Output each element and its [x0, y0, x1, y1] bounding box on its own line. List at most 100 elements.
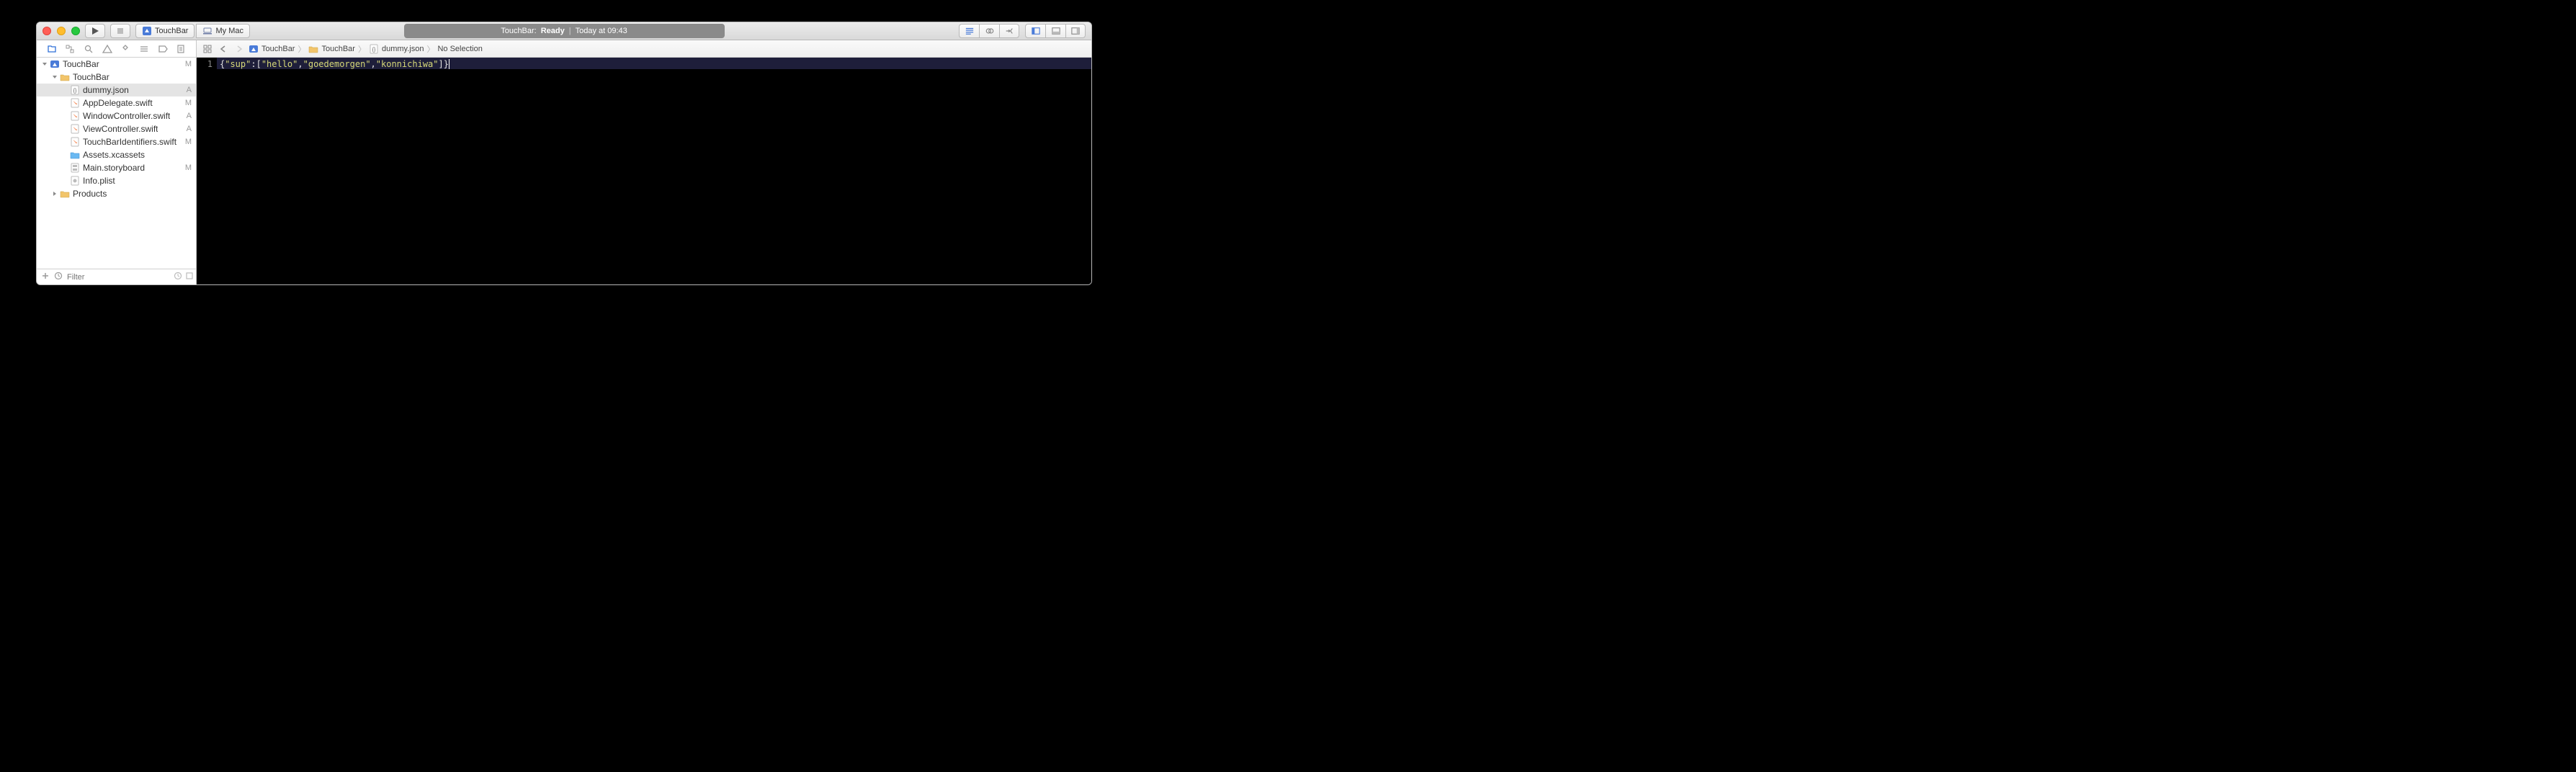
assistant-editor-button[interactable]: [979, 24, 999, 38]
file-icon: [70, 111, 80, 121]
navigator-tab-bar: [37, 40, 196, 58]
file-icon: [70, 124, 80, 134]
chevron-down-icon[interactable]: [41, 60, 48, 68]
file-icon: {}: [70, 85, 80, 95]
chevron-down-icon[interactable]: [51, 73, 58, 81]
tree-row[interactable]: Assets.xcassets: [37, 148, 196, 161]
file-icon: [60, 189, 70, 199]
navigator-filter-bar: [37, 269, 196, 284]
scm-filter-icon[interactable]: [185, 271, 194, 282]
find-navigator-tab[interactable]: [82, 42, 95, 55]
activity-divider: |: [569, 27, 571, 35]
jump-bar-segment[interactable]: TouchBar: [261, 45, 295, 53]
jump-bar-segment[interactable]: TouchBar: [321, 45, 354, 53]
tree-row[interactable]: TouchBar M: [37, 58, 196, 71]
file-icon: {}: [369, 44, 379, 54]
chevron-right-icon: 〉: [298, 43, 305, 55]
jump-bar-segment[interactable]: No Selection: [437, 45, 482, 53]
editor-mode-group: [959, 24, 1019, 38]
activity-time: Today at 09:43: [576, 27, 627, 35]
tree-row-label: Products: [73, 189, 107, 199]
tree-row-label: ViewController.swift: [83, 124, 158, 134]
tree-row-label: Assets.xcassets: [83, 150, 145, 160]
tree-row[interactable]: TouchBarIdentifiers.swiftM: [37, 135, 196, 148]
tree-row[interactable]: {} dummy.json A: [37, 84, 196, 96]
scm-badge: M: [185, 138, 192, 146]
panel-toggle-group: [1025, 24, 1086, 38]
svg-text:{}: {}: [73, 89, 77, 94]
jump-bar: TouchBar〉TouchBar〉{}dummy.json〉No Select…: [197, 40, 1091, 58]
stop-button[interactable]: [110, 24, 130, 38]
line-number: 1: [197, 59, 213, 69]
forward-button[interactable]: [233, 42, 246, 55]
back-button[interactable]: [217, 42, 230, 55]
scheme-target-selector[interactable]: TouchBar: [135, 24, 194, 38]
tree-row-label: Main.storyboard: [83, 163, 145, 173]
tree-row[interactable]: TouchBar: [37, 71, 196, 84]
filter-input[interactable]: [67, 273, 169, 282]
code-area: 1 {"sup":["hello","goedemorgen","konnich…: [197, 58, 1091, 284]
file-icon: [50, 59, 60, 69]
tree-row-label: TouchBar: [73, 72, 109, 82]
debug-navigator-tab[interactable]: [138, 42, 151, 55]
scheme-destination-label: My Mac: [215, 27, 243, 35]
report-navigator-tab[interactable]: [174, 42, 187, 55]
jump-bar-path[interactable]: TouchBar〉TouchBar〉{}dummy.json〉No Select…: [249, 43, 483, 55]
run-button[interactable]: [85, 24, 105, 38]
gutter: 1: [197, 58, 217, 284]
toggle-debug-area-button[interactable]: [1045, 24, 1065, 38]
toggle-navigator-button[interactable]: [1025, 24, 1045, 38]
scm-badge: M: [185, 99, 192, 107]
toggle-inspector-button[interactable]: [1065, 24, 1086, 38]
standard-editor-button[interactable]: [959, 24, 979, 38]
tree-row-label: WindowController.swift: [83, 111, 170, 121]
mac-icon: [202, 26, 213, 36]
file-icon: [70, 163, 80, 173]
tree-row[interactable]: Main.storyboardM: [37, 161, 196, 174]
chevron-right-icon[interactable]: [51, 190, 58, 197]
editor: TouchBar〉TouchBar〉{}dummy.json〉No Select…: [197, 40, 1091, 284]
tree-row-label: TouchBar: [63, 59, 99, 69]
close-button[interactable]: [43, 27, 51, 35]
activity-view[interactable]: TouchBar: Ready | Today at 09:43: [404, 24, 725, 38]
project-navigator-tab[interactable]: [45, 42, 58, 55]
chevron-right-icon: 〉: [358, 43, 366, 55]
navigator: TouchBar M TouchBar {} dummy.json A AppDelegat…: [37, 40, 197, 284]
filter-scope-icon[interactable]: [54, 271, 63, 282]
zoom-button[interactable]: [71, 27, 80, 35]
tree-row-label: Info.plist: [83, 176, 115, 186]
related-items-button[interactable]: [201, 42, 214, 55]
code-content[interactable]: {"sup":["hello","goedemorgen","konnichiw…: [217, 58, 1091, 284]
recent-filter-icon[interactable]: [174, 271, 182, 282]
tree-row-label: dummy.json: [83, 85, 129, 95]
scm-badge: A: [187, 86, 192, 94]
file-icon: [60, 72, 70, 82]
tree-row-label: AppDelegate.swift: [83, 98, 153, 108]
main-split: TouchBarMTouchBar{}dummy.jsonAAppDelegat…: [37, 40, 1091, 284]
breakpoint-navigator-tab[interactable]: [156, 42, 169, 55]
file-icon: [70, 176, 80, 186]
issue-navigator-tab[interactable]: [101, 42, 114, 55]
test-navigator-tab[interactable]: [119, 42, 132, 55]
scm-badge: M: [185, 60, 192, 68]
tree-row[interactable]: WindowController.swiftA: [37, 109, 196, 122]
file-tree[interactable]: TouchBar M TouchBar {} dummy.json A AppDelegat…: [37, 58, 196, 269]
app-icon: [142, 26, 152, 36]
file-icon: [70, 98, 80, 108]
tree-row[interactable]: Products: [37, 187, 196, 200]
scm-badge: A: [187, 125, 192, 133]
file-icon: [70, 150, 80, 160]
window-controls: [43, 27, 80, 35]
version-editor-button[interactable]: [999, 24, 1019, 38]
source-control-navigator-tab[interactable]: [63, 42, 76, 55]
scheme-destination-selector[interactable]: My Mac: [196, 24, 250, 38]
tree-row[interactable]: Info.plist: [37, 174, 196, 187]
xcode-window: TouchBar My Mac TouchBar: Ready | Today …: [36, 22, 1092, 285]
tree-row[interactable]: ViewController.swift A: [37, 122, 196, 135]
file-icon: [249, 44, 259, 54]
tree-row[interactable]: AppDelegate.swift M: [37, 96, 196, 109]
jump-bar-segment[interactable]: dummy.json: [382, 45, 424, 53]
activity-scheme: TouchBar:: [501, 27, 537, 35]
minimize-button[interactable]: [57, 27, 66, 35]
add-icon[interactable]: [41, 271, 50, 282]
